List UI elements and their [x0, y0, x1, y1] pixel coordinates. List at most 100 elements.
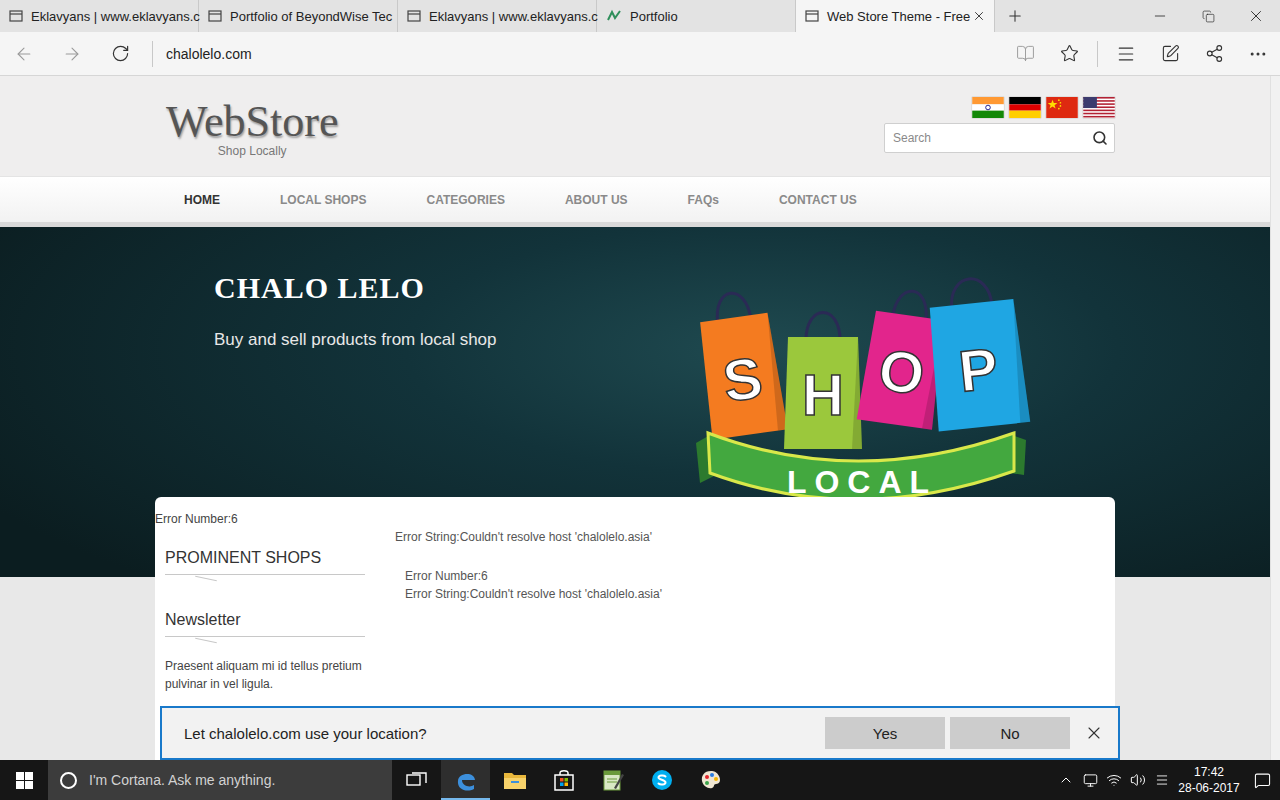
usa-flag-icon[interactable] — [1083, 97, 1115, 118]
tab-label[interactable]: Eklavyans | www.eklavyans.c — [429, 9, 588, 24]
cortana-icon[interactable] — [60, 772, 77, 789]
edge-browser-icon — [454, 768, 478, 792]
search-input[interactable] — [891, 130, 1092, 146]
tab-label[interactable]: Portfolio of BeyondWise Tec — [230, 9, 389, 24]
web-note-button[interactable] — [1148, 32, 1192, 76]
new-tab-button[interactable] — [995, 0, 1035, 32]
chevron-up-icon[interactable] — [1058, 772, 1074, 788]
taskbar-app[interactable] — [490, 760, 539, 800]
nav-item[interactable]: CONTACT US — [749, 193, 887, 207]
browser-tab[interactable]: Web Store Theme - Free — [796, 0, 995, 32]
forward-arrow-icon[interactable] — [62, 44, 82, 64]
favorite-button[interactable] — [1047, 32, 1091, 76]
cortana-search[interactable]: I'm Cortana. Ask me anything. — [48, 760, 392, 800]
tab-label[interactable]: Eklavyans | www.eklavyans.c — [31, 9, 190, 24]
reading-view-button[interactable] — [1003, 32, 1047, 76]
more-icon[interactable] — [1248, 44, 1268, 64]
taskbar-app[interactable] — [539, 760, 588, 800]
clock-time[interactable]: 17:42 — [1194, 764, 1224, 780]
windows-logo-icon[interactable] — [16, 772, 33, 789]
clock-date[interactable]: 28-06-2017 — [1178, 780, 1239, 796]
tray-keyboard[interactable] — [1150, 760, 1174, 800]
url-field[interactable]: chalolelo.com — [161, 46, 1003, 62]
browser-tab[interactable]: Portfolio of BeyondWise Tec — [199, 0, 398, 32]
prompt-button[interactable]: No — [950, 717, 1070, 749]
tab-label[interactable]: Web Store Theme - Free — [827, 9, 964, 24]
taskbar: I'm Cortana. Ask me anything. 17:4228-06-… — [0, 760, 1280, 800]
share-button[interactable] — [1192, 32, 1236, 76]
system-tray: 17:4228-06-2017 — [1054, 760, 1280, 800]
error-message: Error String:Couldn't resolve host 'chal… — [395, 528, 1105, 546]
restore-icon[interactable] — [1202, 10, 1215, 23]
monitor-icon[interactable] — [1083, 773, 1098, 788]
tab-close-button[interactable] — [972, 9, 986, 23]
close-window-icon[interactable] — [1247, 7, 1265, 25]
sidebar-heading: PROMINENT SHOPS — [165, 547, 365, 575]
close-window-button[interactable] — [1232, 0, 1280, 32]
browser-tab[interactable]: Portfolio — [597, 0, 796, 32]
shop-local-illustration: SHOPLOCAL — [696, 275, 1041, 507]
search-icon[interactable] — [1092, 130, 1108, 146]
nav-item[interactable]: HOME — [155, 193, 250, 207]
start-button[interactable] — [0, 760, 48, 800]
logo-title[interactable]: WebStore — [166, 98, 338, 146]
tray-overflow[interactable] — [1054, 760, 1078, 800]
volume-icon[interactable] — [1130, 772, 1146, 788]
refresh-icon[interactable] — [111, 44, 130, 63]
nav-item[interactable]: CATEGORIES — [396, 193, 534, 207]
svg-text:H: H — [802, 362, 844, 427]
taskbar-app[interactable] — [441, 760, 490, 800]
taskbar-app[interactable] — [392, 760, 441, 800]
share-icon[interactable] — [1205, 44, 1224, 63]
wifi-icon[interactable] — [1106, 772, 1122, 788]
site-logo[interactable]: WebStoreShop Locally — [155, 76, 338, 158]
minimize-button[interactable] — [1136, 0, 1184, 32]
india-flag-icon[interactable] — [972, 97, 1004, 118]
skype-icon — [650, 768, 674, 792]
taskbar-app[interactable] — [686, 760, 735, 800]
hub-button[interactable] — [1104, 32, 1148, 76]
desktop-window: Eklavyans | www.eklavyans.c Portfolio of … — [0, 0, 1280, 800]
browser-tab[interactable]: Eklavyans | www.eklavyans.c — [398, 0, 597, 32]
taskbar-app[interactable] — [637, 760, 686, 800]
language-flags — [972, 97, 1115, 118]
refresh-button[interactable] — [96, 32, 144, 76]
forward-button[interactable] — [48, 32, 96, 76]
shopping-bag: S — [696, 288, 788, 440]
back-arrow-icon[interactable] — [14, 44, 34, 64]
close-icon[interactable] — [1084, 723, 1104, 743]
star-icon[interactable] — [1060, 44, 1079, 63]
tray-network[interactable] — [1102, 760, 1126, 800]
nav-item[interactable]: FAQs — [658, 193, 749, 207]
taskbar-app[interactable] — [588, 760, 637, 800]
china-flag-icon[interactable] — [1046, 97, 1078, 118]
browser-tab[interactable]: Eklavyans | www.eklavyans.c — [0, 0, 199, 32]
germany-flag-icon[interactable] — [1009, 97, 1041, 118]
hub-icon[interactable] — [1116, 44, 1136, 64]
web-note-icon[interactable] — [1161, 44, 1180, 63]
page-favicon-icon — [208, 9, 222, 23]
svg-text:S: S — [719, 344, 766, 414]
minimize-icon[interactable] — [1152, 8, 1168, 24]
notes-app-icon — [602, 768, 624, 792]
nav-item[interactable]: ABOUT US — [535, 193, 658, 207]
tray-device[interactable] — [1078, 760, 1102, 800]
action-center-button[interactable] — [1244, 760, 1280, 800]
input-icon[interactable] — [1155, 773, 1169, 787]
page-scrollbar[interactable] — [1270, 76, 1280, 760]
prompt-button[interactable]: Yes — [825, 717, 945, 749]
error-detail: Error Number:6 — [405, 567, 1105, 585]
restore-button[interactable] — [1184, 0, 1232, 32]
clock[interactable]: 17:4228-06-2017 — [1174, 764, 1244, 796]
plus-icon[interactable] — [1006, 7, 1024, 25]
back-button[interactable] — [0, 32, 48, 76]
nav-item[interactable]: LOCAL SHOPS — [250, 193, 396, 207]
tray-volume[interactable] — [1126, 760, 1150, 800]
notification-icon[interactable] — [1254, 772, 1271, 789]
tab-label[interactable]: Portfolio — [630, 9, 787, 24]
prompt-close-button[interactable] — [1070, 723, 1118, 743]
more-button[interactable] — [1236, 32, 1280, 76]
page-viewport: WebStoreShop Locally HOMELOCAL SHOPSCATEG… — [0, 76, 1280, 760]
close-icon[interactable] — [972, 9, 986, 23]
reading-view-icon[interactable] — [1016, 44, 1035, 63]
